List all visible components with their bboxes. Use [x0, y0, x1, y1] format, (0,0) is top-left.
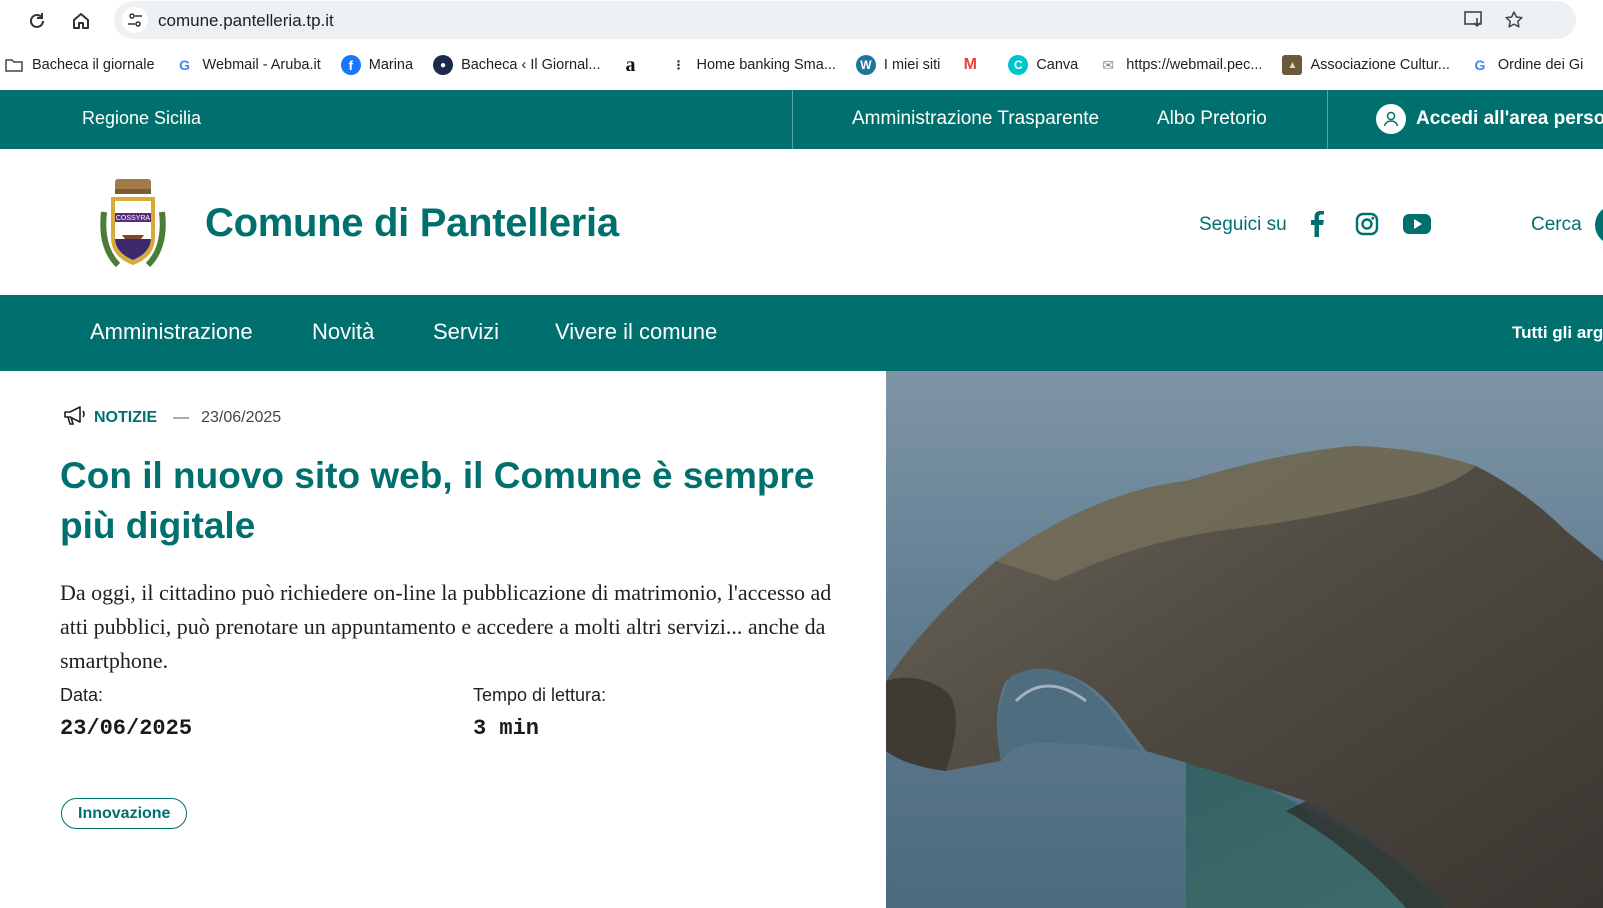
- facebook-icon: f: [340, 55, 361, 75]
- wordpress-icon: W: [855, 55, 876, 75]
- category-link[interactable]: NOTIZIE: [94, 409, 157, 427]
- association-icon: ▲: [1282, 55, 1303, 75]
- article-date-meta: 23/06/2025: [201, 408, 282, 426]
- bookmark-item[interactable]: ▲ Associazione Cultur...: [1282, 55, 1450, 75]
- login-label: Accedi all'area personale: [1416, 108, 1603, 129]
- facebook-icon[interactable]: [1302, 209, 1332, 239]
- pec-icon: ✉: [1102, 56, 1115, 73]
- instagram-icon[interactable]: [1352, 209, 1382, 239]
- notice-board-link[interactable]: Albo Pretorio: [1157, 108, 1267, 130]
- article-title[interactable]: Con il nuovo sito web, il Comune è sempr…: [60, 451, 860, 551]
- follow-us-label: Seguici su: [1199, 214, 1287, 235]
- article-lead: Da oggi, il cittadino può richiedere on-…: [60, 580, 832, 673]
- megaphone-icon: [62, 404, 88, 431]
- divider: [792, 90, 793, 149]
- institutional-bar: Regione Sicilia Amministrazione Traspare…: [0, 90, 1603, 149]
- login-button[interactable]: Accedi all'area personale: [1376, 104, 1603, 134]
- bookmark-item[interactable]: Bacheca il giornale: [4, 55, 155, 75]
- bookmark-label: Marina: [368, 57, 414, 73]
- topic-tag-button[interactable]: Innovazione: [61, 798, 188, 829]
- amazon-icon: a: [625, 53, 636, 76]
- site-header: COSSYRA Comune di Pantelleria Seguici su…: [0, 149, 1603, 295]
- browser-toolbar: comune.pantelleria.tp.it: [0, 0, 1603, 42]
- folder-icon: [4, 55, 24, 75]
- nav-item-living[interactable]: Vivere il comune: [555, 319, 717, 345]
- search-label[interactable]: Cerca: [1531, 214, 1582, 236]
- featured-article: NOTIZIE — 23/06/2025 Con il nuovo sito w…: [0, 371, 886, 908]
- search-button[interactable]: [1595, 205, 1603, 245]
- bookmark-item[interactable]: ✉ https://webmail.pec...: [1098, 55, 1262, 75]
- bookmark-label: Home banking Sma...: [696, 57, 836, 73]
- bookmark-item[interactable]: G Ordine dei Gi: [1470, 55, 1583, 75]
- bookmark-label: https://webmail.pec...: [1126, 57, 1263, 73]
- bookmark-label: Bacheca ‹ Il Giornal...: [461, 57, 601, 73]
- bookmark-item[interactable]: W I miei siti: [855, 55, 941, 75]
- reload-icon[interactable]: [22, 6, 52, 36]
- bookmark-label: Canva: [1036, 57, 1079, 73]
- meta-separator: —: [173, 408, 190, 426]
- home-icon[interactable]: [66, 6, 96, 36]
- bookmark-item[interactable]: a: [620, 53, 648, 76]
- nav-item-news[interactable]: Novità: [312, 319, 374, 345]
- hero-image-sea-arch: [886, 371, 1603, 908]
- nav-item-administration[interactable]: Amministrazione: [90, 319, 253, 345]
- user-icon: [1376, 104, 1406, 134]
- bookmark-label: Ordine dei Gi: [1497, 57, 1584, 73]
- date-value: 23/06/2025: [60, 716, 193, 741]
- google-icon: G: [179, 57, 190, 73]
- bookmark-item[interactable]: C Canva: [1008, 55, 1078, 75]
- article-meta: NOTIZIE — 23/06/2025: [62, 404, 281, 431]
- region-link[interactable]: Regione Sicilia: [82, 108, 201, 129]
- canva-icon: C: [1008, 55, 1029, 75]
- bookmark-item[interactable]: M: [960, 55, 988, 75]
- gmail-icon: M: [963, 56, 977, 73]
- youtube-icon[interactable]: [1402, 209, 1432, 239]
- bookmark-site-icon: ●: [433, 55, 454, 75]
- bookmark-item[interactable]: ⋮ Home banking Sma...: [668, 55, 835, 75]
- main-navigation: Amministrazione Novità Servizi Vivere il…: [0, 295, 1603, 371]
- reading-time-label: Tempo di lettura:: [473, 685, 607, 705]
- bookmarks-bar: Bacheca il giornale G Webmail - Aruba.it…: [0, 46, 1603, 84]
- bookmark-item[interactable]: G Webmail - Aruba.it: [175, 55, 321, 75]
- bookmark-star-icon[interactable]: [1502, 9, 1526, 31]
- dots-icon: ⋮: [672, 58, 685, 72]
- divider: [1327, 90, 1328, 149]
- municipal-crest-logo[interactable]: COSSYRA: [98, 177, 168, 277]
- site-title[interactable]: Comune di Pantelleria: [205, 201, 619, 246]
- all-topics-link[interactable]: Tutti gli argomenti: [1512, 323, 1603, 343]
- nav-item-services[interactable]: Servizi: [433, 319, 499, 345]
- bookmark-item[interactable]: ● Bacheca ‹ Il Giornal...: [433, 55, 600, 75]
- transparent-administration-link[interactable]: Amministrazione Trasparente: [852, 108, 1099, 130]
- bookmark-label: Bacheca il giornale: [32, 57, 155, 73]
- address-bar[interactable]: comune.pantelleria.tp.it: [114, 1, 1576, 39]
- google-icon: G: [1474, 57, 1486, 73]
- bookmark-item[interactable]: f Marina: [340, 55, 414, 75]
- install-app-icon[interactable]: [1462, 9, 1486, 31]
- date-label: Data:: [60, 685, 104, 705]
- crest-text: COSSYRA: [116, 215, 151, 222]
- url-text[interactable]: comune.pantelleria.tp.it: [158, 11, 334, 31]
- bookmark-label: Webmail - Aruba.it: [202, 57, 321, 73]
- reading-time-value: 3 min: [473, 716, 540, 741]
- site-info-icon[interactable]: [122, 7, 148, 33]
- bookmark-label: Associazione Cultur...: [1310, 57, 1450, 73]
- bookmark-label: I miei siti: [883, 57, 941, 73]
